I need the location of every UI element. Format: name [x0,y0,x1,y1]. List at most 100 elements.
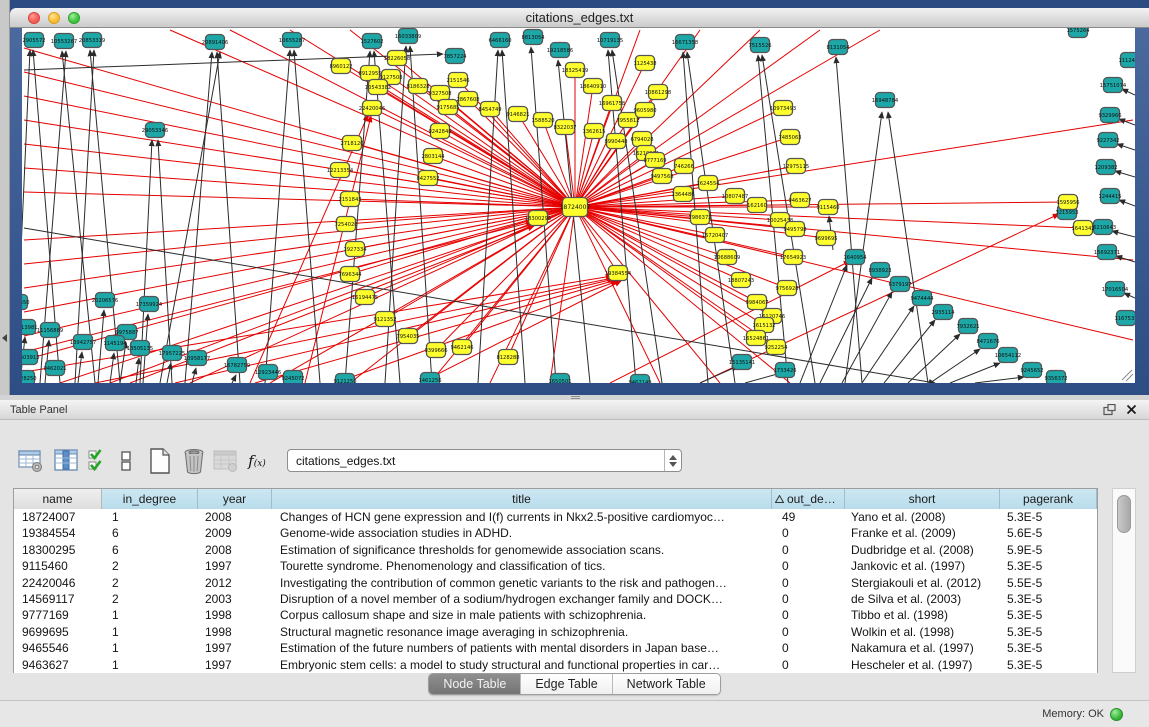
network-node-yellow[interactable]: 1595956 [1056,195,1079,210]
network-node-yellow[interactable]: 9252254 [764,340,788,355]
network-node-yellow[interactable]: 9115460 [816,200,839,215]
network-node-yellow[interactable]: 10688609 [714,250,740,265]
network-node-yellow[interactable]: 1364486 [671,187,694,202]
network-node-yellow[interactable]: 10861298 [645,85,671,100]
splitter-grip-icon[interactable] [571,396,580,399]
network-node-yellow[interactable]: 9242848 [428,124,451,139]
network-node-yellow[interactable]: 2151546 [446,73,469,88]
network-node-yellow[interactable]: 2867608 [456,92,479,107]
network-node-teal[interactable]: 11156889 [37,323,63,338]
delete-table-icon[interactable] [180,446,208,476]
network-node-yellow[interactable]: 18226058 [384,51,410,66]
network-node-teal[interactable]: 8131054 [826,40,850,55]
column-header-in_degree[interactable]: in_degree [102,489,198,509]
network-node-yellow[interactable]: 17654923 [780,250,806,265]
network-node-teal[interactable]: 7932621 [956,319,979,334]
network-node-yellow[interactable]: 9756928 [775,281,798,296]
network-node-yellow[interactable]: 16194475 [352,290,378,305]
network-node-yellow[interactable]: 9984067 [745,295,768,310]
network-node-yellow[interactable]: 8427552 [416,171,439,186]
network-node-teal[interactable]: 1112408 [1118,53,1135,68]
network-node-teal[interactable]: 16033809 [395,29,421,44]
network-node-teal[interactable]: 9227342 [1096,133,1119,148]
network-node-teal[interactable]: 9245652 [1020,363,1043,378]
network-node-teal[interactable]: 1603913 [22,350,40,365]
network-node-teal[interactable]: 9245072 [281,371,304,384]
network-node-yellow[interactable]: 18807243 [728,273,754,288]
network-node-teal[interactable]: 1244415 [1098,189,1121,204]
network-node-teal[interactable]: 9474444 [910,291,934,306]
network-node-teal[interactable]: 1527602 [360,34,383,49]
network-node-yellow[interactable]: 8186328 [406,79,429,94]
network-node-yellow[interactable]: 7986372 [688,210,711,225]
network-node-yellow[interactable]: 9327508 [428,86,451,101]
network-node-yellow[interactable]: 8454749 [478,102,501,117]
network-node-teal[interactable]: 8471676 [976,334,999,349]
network-node-teal[interactable]: 10655287 [279,33,305,48]
network-node-yellow[interactable]: 9175685 [436,100,459,115]
network-node-teal[interactable]: 8938923 [868,263,891,278]
column-header-out_de[interactable]: out_de… [772,489,845,509]
function-builder-icon[interactable]: f(x) [243,446,271,476]
network-node-yellow[interactable]: 9495798 [783,222,806,237]
network-node-yellow[interactable]: 9605980 [633,103,656,118]
network-node-teal[interactable]: 10654112 [995,348,1021,363]
network-node-teal[interactable]: 8813054 [521,30,545,45]
network-node-yellow[interactable]: 6794028 [630,132,653,147]
network-table-selector[interactable]: citations_edges.txt [287,449,682,472]
network-node-yellow[interactable]: 9463627 [788,193,811,208]
network-node-yellow[interactable]: 18724007 [560,198,591,217]
network-node-teal[interactable]: 12923446 [255,365,281,380]
network-node-teal[interactable]: 10958177 [184,351,210,366]
network-node-yellow[interactable]: 7254020 [334,217,357,232]
network-node-yellow[interactable]: 16524861 [743,331,769,346]
scrollbar-thumb[interactable] [1117,495,1131,533]
network-node-teal[interactable]: 6466160 [488,33,511,48]
network-node-teal[interactable]: 9121250 [333,374,356,384]
table-row[interactable]: 911546021997Tourette syndrome. Phenomeno… [14,558,1097,574]
network-node-teal[interactable]: 8128250 [22,371,37,384]
column-header-title[interactable]: title [272,489,772,509]
table-row[interactable]: 1872400712008Changes of HCN gene express… [14,509,1097,525]
network-node-yellow[interactable]: 12975115 [783,159,809,174]
network-node-teal[interactable]: 17957225 [159,346,185,361]
network-node-teal[interactable]: 13505135 [127,341,153,356]
network-node-teal[interactable]: 19218586 [547,43,573,58]
select-all-icon[interactable] [84,446,112,476]
network-node-teal[interactable]: 20853319 [79,33,105,48]
network-node-teal[interactable]: 16782759 [224,358,250,373]
network-node-yellow[interactable]: 9146821 [506,107,529,122]
column-visibility-icon[interactable] [112,446,140,476]
network-node-teal[interactable]: 1733426 [773,363,796,378]
network-node-teal[interactable]: 1640954 [843,250,867,265]
tab-network-table[interactable]: Network Table [613,674,720,694]
network-node-teal[interactable]: 7515526 [748,38,771,53]
network-node-yellow[interactable]: 1927334 [343,242,367,257]
network-node-yellow[interactable]: 9121352 [373,312,396,327]
network-view[interactable]: 2905572105532672085331920891406106552871… [22,28,1135,383]
network-node-yellow[interactable]: 1125438 [633,56,656,71]
tab-node-table[interactable]: Node Table [429,674,521,694]
network-node-yellow[interactable]: 8960122 [329,59,352,74]
network-node-yellow[interactable]: 1641342 [1071,221,1094,236]
table-row[interactable]: 946362711997Embryonic stem cells: a mode… [14,657,1097,673]
network-node-yellow[interactable]: 18300295 [525,211,551,226]
column-header-short[interactable]: short [845,489,1000,509]
network-node-yellow[interactable]: 746266 [674,159,694,174]
network-node-teal[interactable]: 7857224 [443,49,467,64]
panel-splitter[interactable] [0,395,1149,400]
network-node-teal[interactable]: 1575264 [1066,28,1090,38]
network-node-yellow[interactable]: 2151843 [338,192,361,207]
network-node-yellow[interactable]: 8322037 [553,120,576,135]
network-node-yellow[interactable]: 9699695 [814,231,837,246]
network-node-teal[interactable]: 15135141 [729,355,755,370]
create-table-icon[interactable] [146,446,174,476]
table-row[interactable]: 2242004622012Investigating the contribut… [14,575,1097,591]
network-node-yellow[interactable]: 10807487 [722,189,748,204]
table-row[interactable]: 946554611997Estimation of the future num… [14,640,1097,656]
table-row[interactable]: 969969511998Structural magnetic resonanc… [14,624,1097,640]
table-settings-icon[interactable] [17,446,45,476]
network-node-yellow[interactable]: 18640910 [580,79,606,94]
network-node-yellow[interactable]: 8990448 [604,134,627,149]
panel-collapse-arrow-icon[interactable] [2,334,7,342]
